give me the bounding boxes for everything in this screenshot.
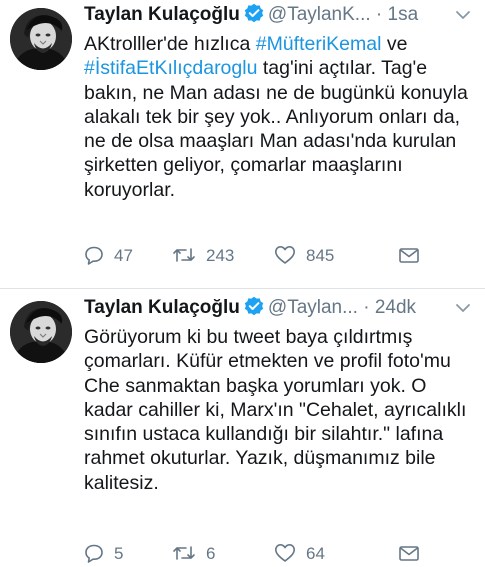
tweet-actions: 47 243 845 bbox=[84, 243, 484, 269]
handle[interactable]: @TaylanK... bbox=[268, 4, 371, 25]
direct-message-button[interactable] bbox=[398, 541, 430, 567]
like-count: 845 bbox=[306, 246, 335, 265]
retweet-icon bbox=[173, 546, 195, 560]
verified-badge-icon bbox=[244, 3, 264, 31]
hashtag-link[interactable]: #İstifaEtKılıçdaroglu bbox=[84, 57, 257, 79]
timestamp[interactable]: 24dk bbox=[375, 297, 416, 318]
chevron-down-icon[interactable] bbox=[453, 2, 473, 28]
direct-message-button[interactable] bbox=[398, 243, 430, 269]
retweet-button[interactable]: 6 bbox=[172, 541, 215, 567]
tweet-actions: 5 6 64 bbox=[84, 541, 484, 567]
like-button[interactable]: 845 bbox=[274, 243, 334, 269]
reply-icon bbox=[85, 544, 103, 563]
envelope-icon bbox=[399, 248, 419, 263]
retweet-count: 6 bbox=[206, 544, 216, 563]
text-segment: AKtrolller'de hızlıca bbox=[84, 33, 256, 55]
avatar[interactable] bbox=[10, 8, 72, 70]
display-name[interactable]: Taylan Kulaçoğlu bbox=[84, 4, 240, 25]
tweet-header: Taylan Kulaçoğlu @TaylanK... · 1sa bbox=[84, 2, 477, 28]
heart-icon bbox=[275, 246, 295, 264]
tweet-header: Taylan Kulaçoğlu @Taylan... · 24dk bbox=[84, 295, 477, 321]
tweet-text: AKtrolller'de hızlıca #MüfteriKemal ve #… bbox=[84, 32, 479, 202]
hashtag-link[interactable]: #MüfteriKemal bbox=[256, 33, 382, 55]
heart-icon bbox=[275, 544, 295, 562]
separator-dot: · bbox=[375, 4, 383, 25]
che-portrait-image bbox=[10, 301, 72, 363]
verified-badge-icon bbox=[244, 296, 264, 324]
retweet-icon bbox=[173, 248, 195, 262]
retweet-button[interactable]: 243 bbox=[172, 243, 234, 269]
chevron-down-icon[interactable] bbox=[453, 295, 473, 321]
text-segment: Görüyorum ki bu tweet baya çıldırtmış ço… bbox=[84, 326, 467, 494]
avatar[interactable] bbox=[10, 301, 72, 363]
che-portrait-image bbox=[10, 8, 72, 70]
tweet-text: Görüyorum ki bu tweet baya çıldırtmış ço… bbox=[84, 325, 479, 495]
timestamp[interactable]: 1sa bbox=[388, 4, 419, 25]
envelope-icon bbox=[399, 546, 419, 561]
reply-button[interactable]: 47 bbox=[84, 243, 133, 269]
reply-button[interactable]: 5 bbox=[84, 541, 123, 567]
text-segment: ve bbox=[381, 33, 408, 55]
tweet-2[interactable]: Taylan Kulaçoğlu @Taylan... · 24dk Görüyo… bbox=[0, 289, 485, 563]
like-count: 64 bbox=[306, 544, 325, 563]
tweet-1[interactable]: Taylan Kulaçoğlu @TaylanK... · 1sa AKtrol… bbox=[0, 0, 485, 289]
like-button[interactable]: 64 bbox=[274, 541, 325, 567]
separator-dot: · bbox=[363, 297, 370, 318]
reply-count: 47 bbox=[114, 246, 133, 265]
reply-icon bbox=[85, 246, 103, 265]
retweet-count: 243 bbox=[206, 246, 235, 265]
reply-count: 5 bbox=[114, 544, 124, 563]
display-name[interactable]: Taylan Kulaçoğlu bbox=[84, 297, 240, 318]
handle[interactable]: @Taylan... bbox=[268, 297, 358, 318]
